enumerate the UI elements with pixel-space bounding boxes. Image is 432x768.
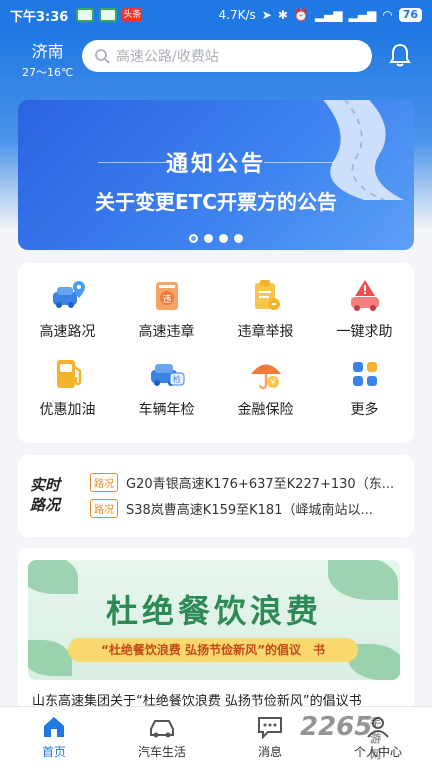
carousel-dot[interactable] bbox=[189, 234, 198, 243]
service-label: 更多 bbox=[350, 402, 379, 418]
search-icon bbox=[95, 49, 110, 64]
service-label: 金融保险 bbox=[237, 402, 294, 418]
car-inspection-icon: 检 bbox=[150, 364, 184, 386]
wifi-icon: ◠ bbox=[382, 8, 393, 22]
banner-title: 通知公告 bbox=[165, 152, 266, 177]
search-placeholder: 高速公路/收费站 bbox=[116, 49, 219, 65]
svg-text:违: 违 bbox=[162, 294, 171, 305]
service-grid-card: 高速路况 违 高速违章 违章举报 一键求助 优惠加油 检 车辆年检 ¥ 金融保险… bbox=[18, 263, 414, 443]
car-icon bbox=[150, 720, 174, 738]
service-highway-violation[interactable]: 违 高速违章 bbox=[117, 277, 216, 341]
tab-car-life[interactable]: 汽车生活 bbox=[108, 707, 216, 768]
more-grid-icon bbox=[352, 362, 377, 386]
toutiao-notification-icon: 头条 bbox=[122, 8, 143, 22]
traffic-item[interactable]: 路况 G20青银高速K176+637至K227+130（东... bbox=[90, 473, 402, 492]
service-highway-traffic[interactable]: 高速路况 bbox=[18, 277, 117, 341]
service-finance-insurance[interactable]: ¥ 金融保险 bbox=[216, 355, 315, 419]
notice-banner[interactable]: 通知公告 关于变更ETC开票方的公告 bbox=[18, 100, 414, 250]
city-name: 济南 bbox=[31, 42, 64, 61]
warning-car-icon bbox=[350, 280, 379, 311]
traffic-text: S38岚曹高速K159至K181（峄城南站以... bbox=[126, 503, 373, 518]
service-annual-inspection[interactable]: 检 车辆年检 bbox=[117, 355, 216, 419]
tab-home[interactable]: 首页 bbox=[0, 707, 108, 768]
watermark-sub: 手游网 bbox=[370, 716, 381, 761]
umbrella-icon: ¥ bbox=[250, 364, 281, 390]
app-notification-icon bbox=[99, 8, 118, 22]
tab-label: 首页 bbox=[41, 745, 66, 759]
location-icon: ➤ bbox=[261, 8, 272, 22]
news-pill: “杜绝餐饮浪费 弘扬节俭新风”的倡议 书 bbox=[68, 638, 358, 662]
city-weather[interactable]: 济南 27～16℃ bbox=[22, 38, 73, 80]
home-icon bbox=[44, 717, 64, 737]
traffic-item[interactable]: 路况 S38岚曹高速K159至K181（峄城南站以... bbox=[90, 499, 402, 518]
service-label: 优惠加油 bbox=[39, 402, 96, 418]
app-notification-icon bbox=[76, 8, 95, 22]
alarm-icon: ⏰ bbox=[293, 8, 309, 22]
service-label: 违章举报 bbox=[237, 324, 294, 340]
carousel-dot[interactable] bbox=[219, 234, 228, 243]
service-label: 高速路况 bbox=[39, 324, 96, 340]
bell-icon[interactable] bbox=[388, 42, 412, 68]
signal-icon: ▂▄▆ bbox=[348, 8, 377, 22]
battery-level: 76 bbox=[398, 8, 422, 22]
service-more[interactable]: 更多 bbox=[315, 355, 414, 419]
report-doc-icon bbox=[254, 280, 280, 310]
fuel-pump-icon bbox=[56, 360, 81, 388]
site-watermark: 2265 手游网 bbox=[300, 712, 381, 761]
news-headline: 杜绝餐饮浪费 bbox=[105, 592, 322, 630]
service-label: 车辆年检 bbox=[138, 402, 195, 418]
status-time: 下午3:36 bbox=[10, 9, 69, 25]
carousel-dots[interactable] bbox=[18, 234, 414, 243]
temperature: 27～16℃ bbox=[22, 66, 74, 79]
carousel-dot[interactable] bbox=[204, 234, 213, 243]
banner-subtitle: 关于变更ETC开票方的公告 bbox=[95, 190, 337, 214]
net-speed: 4.7K/s bbox=[218, 8, 256, 22]
car-location-icon bbox=[52, 281, 85, 308]
leaf-decoration bbox=[28, 640, 72, 676]
traffic-card[interactable]: 实时路况 路况 G20青银高速K176+637至K227+130（东... 路况… bbox=[18, 455, 414, 537]
service-fuel-discount[interactable]: 优惠加油 bbox=[18, 355, 117, 419]
traffic-text: G20青银高速K176+637至K227+130（东... bbox=[126, 477, 395, 492]
tab-label: 消息 bbox=[257, 745, 282, 759]
svg-text:检: 检 bbox=[173, 374, 181, 384]
status-bar: 下午3:36 头条 4.7K/s ➤ ✱ ⏰ ▂▄▆ ▂▄▆ ◠ 76 bbox=[0, 0, 432, 30]
status-indicators: 4.7K/s ➤ ✱ ⏰ ▂▄▆ ▂▄▆ ◠ 76 bbox=[218, 8, 422, 22]
watermark-brand: 2265 bbox=[300, 712, 373, 742]
svg-text:¥: ¥ bbox=[270, 378, 275, 387]
traffic-title: 实时路况 bbox=[30, 476, 61, 514]
service-violation-report[interactable]: 违章举报 bbox=[216, 277, 315, 341]
message-icon bbox=[258, 717, 282, 739]
search-input[interactable]: 高速公路/收费站 bbox=[82, 40, 372, 72]
carousel-dot[interactable] bbox=[234, 234, 243, 243]
service-grid: 高速路况 违 高速违章 违章举报 一键求助 优惠加油 检 车辆年检 ¥ 金融保险… bbox=[18, 263, 414, 419]
news-image[interactable]: 杜绝餐饮浪费 “杜绝餐饮浪费 弘扬节俭新风”的倡议 书 bbox=[28, 560, 400, 680]
service-emergency-help[interactable]: 一键求助 bbox=[315, 277, 414, 341]
service-label: 高速违章 bbox=[138, 324, 195, 340]
service-label: 一键求助 bbox=[336, 324, 393, 340]
news-card[interactable]: 杜绝餐饮浪费 “杜绝餐饮浪费 弘扬节俭新风”的倡议 书 山东高速集团关于“杜绝餐… bbox=[18, 548, 414, 718]
violation-doc-icon: 违 bbox=[155, 282, 178, 310]
signal-icon: ▂▄▆ bbox=[314, 8, 343, 22]
traffic-tag: 路况 bbox=[90, 499, 118, 518]
bluetooth-icon: ✱ bbox=[277, 8, 288, 22]
tab-label: 汽车生活 bbox=[137, 745, 186, 759]
traffic-tag: 路况 bbox=[90, 473, 118, 492]
